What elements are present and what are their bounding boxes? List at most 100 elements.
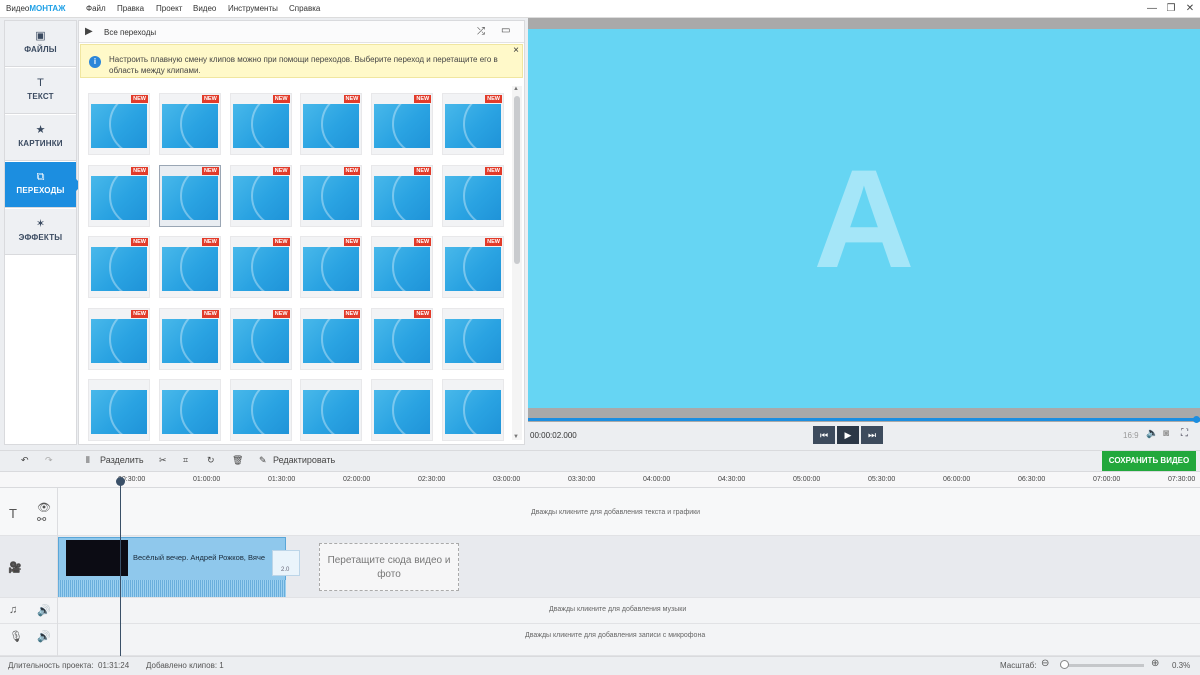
zoom-out-icon[interactable]: ⊖	[1041, 658, 1049, 669]
zoom-slider[interactable]	[1060, 664, 1144, 667]
media-dropzone[interactable]: Перетащите сюда видео и фото	[319, 543, 459, 591]
scroll-down-icon[interactable]: ▼	[513, 434, 519, 440]
transition-thumbnail[interactable]: NEW	[229, 93, 292, 155]
sidebar-item-files[interactable]: ▣ ФАЙЛЫ	[5, 21, 76, 67]
transition-thumbnail[interactable]: NEW	[371, 307, 434, 370]
transition-thumbnail[interactable]: NEW	[300, 93, 363, 155]
crop-icon[interactable]: ⌗	[183, 455, 188, 466]
transition-thumbnail[interactable]	[158, 379, 221, 441]
maximize-button[interactable]: ❐	[1163, 2, 1179, 16]
transition-thumbnail[interactable]: NEW	[371, 236, 434, 298]
new-badge: NEW	[201, 95, 219, 103]
transition-preview	[303, 318, 360, 363]
view-mode-icon[interactable]: ▭	[501, 25, 510, 36]
ruler-tick-label: 05:30:00	[868, 476, 896, 483]
transition-thumbnail[interactable]: NEW	[88, 93, 150, 155]
info-icon: i	[89, 56, 101, 68]
speaker-icon[interactable]: 🔊	[37, 604, 51, 617]
rotate-icon[interactable]: ↻	[207, 455, 215, 466]
delete-icon[interactable]: 🗑	[232, 455, 243, 466]
panel-header: ▶ Все переходы ⤮ ▭	[79, 21, 524, 43]
edit-icon[interactable]: ✎	[259, 455, 267, 466]
undo-icon[interactable]: ↶	[21, 455, 29, 466]
star-icon: ★	[35, 124, 46, 136]
transition-thumbnail[interactable]: NEW	[371, 93, 434, 155]
transition-preview	[445, 390, 501, 434]
transition-thumbnail[interactable]	[88, 379, 150, 441]
aspect-ratio[interactable]: 16:9	[1123, 431, 1139, 440]
new-badge: NEW	[414, 166, 432, 175]
transitions-icon: ⧉	[36, 171, 45, 183]
new-badge: NEW	[201, 309, 219, 318]
transition-thumbnail[interactable]	[442, 379, 504, 441]
transition-thumbnail[interactable]: NEW	[229, 164, 292, 227]
sidebar-item-effects[interactable]: ✶ ЭФФЕКТЫ	[5, 209, 76, 255]
transition-thumbnail[interactable]: NEW	[300, 236, 363, 298]
sidebar-item-pictures[interactable]: ★ КАРТИНКИ	[5, 115, 76, 161]
transition-thumbnail[interactable]: NEW	[158, 93, 221, 155]
new-badge: NEW	[414, 309, 432, 318]
playback-progress[interactable]	[528, 418, 1200, 421]
transition-thumbnail[interactable]: NEW	[229, 236, 292, 298]
transition-thumbnail[interactable]: NEW	[442, 93, 504, 155]
transition-thumbnail[interactable]: NEW	[88, 307, 150, 370]
zoom-in-icon[interactable]: ⊕	[1151, 658, 1159, 669]
transition-thumbnail[interactable]: NEW	[371, 164, 434, 227]
menu-help[interactable]: Справка	[289, 4, 320, 13]
fullscreen-icon[interactable]: ⛶	[1181, 428, 1188, 439]
transition-preview	[445, 104, 501, 148]
menu-project[interactable]: Проект	[156, 4, 182, 13]
new-badge: NEW	[414, 95, 432, 103]
transition-thumbnail[interactable]: NEW	[158, 164, 221, 227]
playhead-handle[interactable]	[116, 477, 125, 486]
transition-thumbnail[interactable]: NEW	[88, 236, 150, 298]
transition-thumbnail[interactable]: NEW	[88, 164, 150, 227]
menu-edit[interactable]: Правка	[117, 4, 144, 13]
new-badge: NEW	[343, 238, 361, 246]
minimize-button[interactable]: —	[1144, 2, 1160, 16]
menu-video[interactable]: Видео	[193, 4, 216, 13]
camera-icon[interactable]: ◙	[1163, 428, 1169, 439]
next-frame-button[interactable]: ⏭	[861, 426, 883, 444]
prev-frame-button[interactable]: ⏮	[813, 426, 835, 444]
transition-preview	[232, 390, 289, 434]
mic-lane[interactable]	[0, 624, 1200, 656]
split-icon[interactable]: ⫴	[86, 455, 90, 466]
zoom-slider-knob[interactable]	[1059, 660, 1069, 669]
video-preview: A	[528, 18, 1200, 422]
sidebar-item-text[interactable]: T ТЕКСТ	[5, 68, 76, 114]
transition-thumbnail[interactable]: NEW	[300, 307, 363, 370]
transition-thumbnail[interactable]: NEW	[300, 164, 363, 227]
transition-thumbnail[interactable]: NEW	[158, 307, 221, 370]
speaker-icon[interactable]: 🔊	[37, 630, 51, 643]
transition-thumbnail[interactable]	[300, 379, 363, 441]
redo-icon[interactable]: ↷	[45, 455, 53, 466]
transition-thumbnail[interactable]	[442, 307, 504, 370]
split-button[interactable]: Разделить	[100, 455, 144, 465]
transition-duration: 2.0	[281, 567, 290, 573]
edit-button[interactable]: Редактировать	[273, 455, 335, 465]
menu-tools[interactable]: Инструменты	[228, 4, 278, 13]
play-button[interactable]: ▶	[837, 426, 859, 444]
playback-knob[interactable]	[1193, 416, 1200, 423]
close-button[interactable]: ✕	[1182, 2, 1198, 16]
transition-thumbnail[interactable]	[371, 379, 434, 441]
volume-icon[interactable]: 🔈	[1146, 428, 1158, 439]
transitions-panel: ▶ Все переходы ⤮ ▭ i Настроить плавную с…	[78, 20, 525, 445]
new-badge: NEW	[201, 166, 219, 175]
menu-file[interactable]: Файл	[86, 4, 106, 13]
transition-thumbnail[interactable]: NEW	[158, 236, 221, 298]
transition-thumbnail[interactable]: NEW	[229, 307, 292, 370]
panel-scrollbar-thumb[interactable]	[514, 96, 520, 264]
transition-thumbnail[interactable]	[229, 379, 292, 441]
transition-thumbnail[interactable]: NEW	[442, 164, 504, 227]
link-icon[interactable]: ⚯	[37, 513, 46, 526]
scroll-up-icon[interactable]: ▲	[513, 86, 519, 92]
sidebar-item-transitions[interactable]: ⧉ ПЕРЕХОДЫ	[5, 162, 82, 208]
shuffle-icon[interactable]: ⤮	[477, 26, 485, 37]
transition-thumbnail[interactable]: NEW	[442, 236, 504, 298]
save-video-button[interactable]: СОХРАНИТЬ ВИДЕО	[1102, 451, 1196, 471]
timeline-playhead[interactable]	[120, 480, 121, 656]
cut-icon[interactable]: ✂	[159, 455, 167, 466]
close-tip-icon[interactable]: ×	[513, 45, 519, 56]
